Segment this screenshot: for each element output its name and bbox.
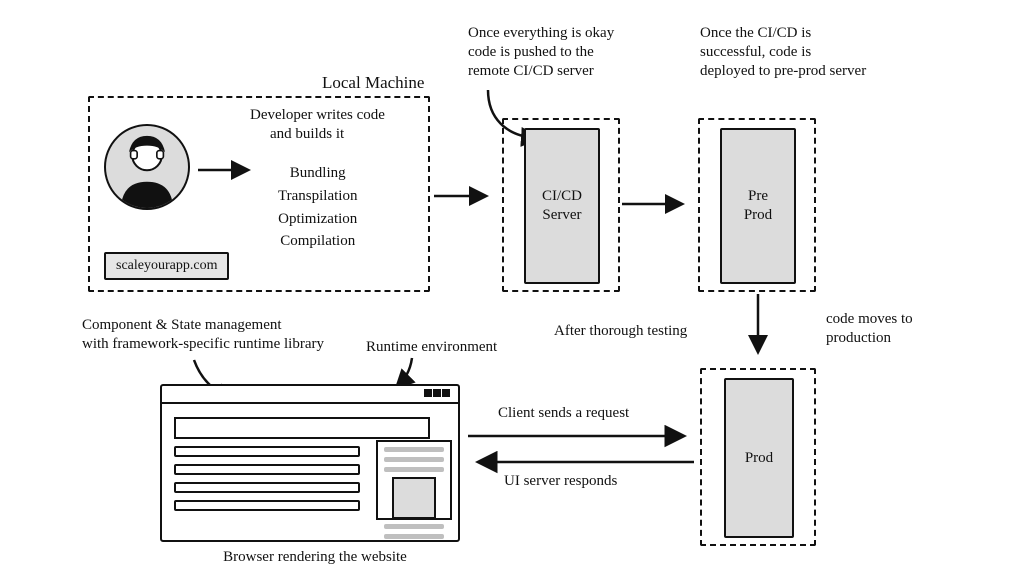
arrow-client-to-server xyxy=(468,428,694,450)
browser-sidebar xyxy=(376,440,452,520)
client-request-label: Client sends a request xyxy=(498,404,629,423)
ci-cd-group: CI/CD Server xyxy=(502,118,620,292)
after-testing-note: After thorough testing xyxy=(554,322,687,341)
browser-content-line xyxy=(174,500,360,511)
prod-group: Prod xyxy=(700,368,816,546)
server-response-label: UI server responds xyxy=(504,472,617,491)
local-machine-group: Developer writes code and builds it Bund… xyxy=(88,96,430,292)
runtime-env-note: Runtime environment xyxy=(366,338,497,357)
build-step: Transpilation xyxy=(278,187,357,206)
arrow-avatar-to-build xyxy=(198,160,258,186)
browser-titlebar xyxy=(162,386,458,404)
component-state-note: Component & State management with framew… xyxy=(82,316,324,354)
arrow-preprod-to-prod xyxy=(748,294,768,370)
site-badge: scaleyourapp.com xyxy=(104,252,229,280)
browser-content-line xyxy=(174,446,360,457)
browser-sidebar-image xyxy=(392,477,436,519)
ci-cd-server-box: CI/CD Server xyxy=(524,128,600,284)
moves-to-prod-note: code moves to production xyxy=(826,310,913,348)
preprod-group: Pre Prod xyxy=(698,118,816,292)
build-step: Bundling xyxy=(278,164,357,183)
build-steps-list: Bundling Transpilation Optimization Comp… xyxy=(278,160,357,255)
build-step: Optimization xyxy=(278,210,357,229)
arrow-local-to-ci xyxy=(434,186,496,212)
arrow-ci-to-preprod xyxy=(622,194,694,220)
browser-content-line xyxy=(174,464,360,475)
browser-caption: Browser rendering the website xyxy=(190,548,440,567)
prod-server-box: Prod xyxy=(724,378,794,538)
browser-viewport xyxy=(162,404,458,526)
developer-avatar-icon xyxy=(104,124,190,210)
preprod-server-box: Pre Prod xyxy=(720,128,796,284)
local-machine-title: Local Machine xyxy=(322,72,424,93)
build-step: Compilation xyxy=(278,232,357,251)
preprod-note: Once the CI/CD is successful, code is de… xyxy=(700,24,866,80)
browser-content-line xyxy=(174,482,360,493)
browser-header-bar xyxy=(174,417,430,439)
browser-window-icon xyxy=(160,384,460,542)
ci-note: Once everything is okay code is pushed t… xyxy=(468,24,614,80)
developer-writes-code-label: Developer writes code and builds it xyxy=(250,106,385,144)
